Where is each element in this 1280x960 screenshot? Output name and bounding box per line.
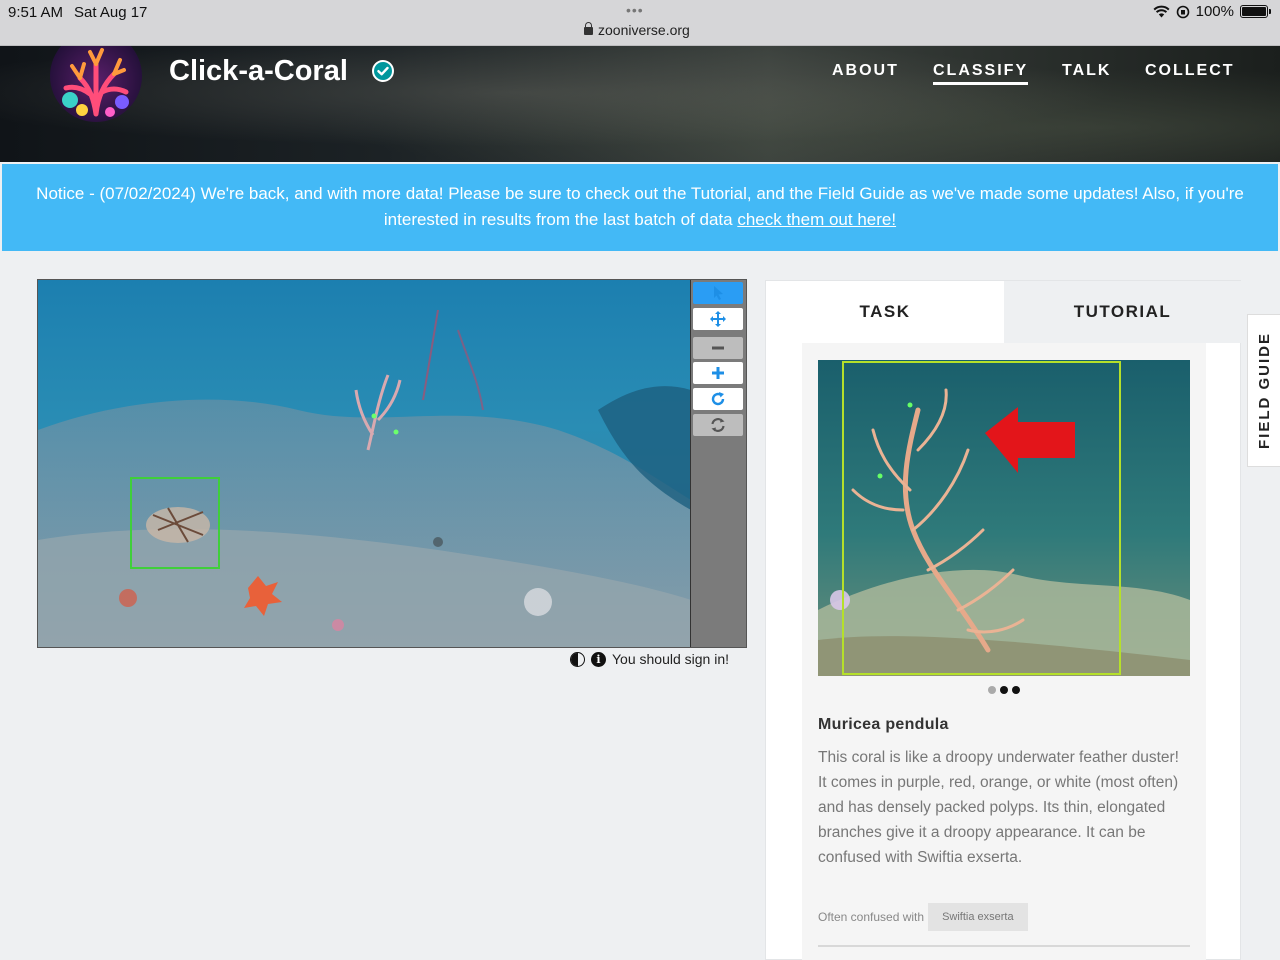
status-time: 9:51 AM (8, 4, 64, 21)
subject-image[interactable] (38, 280, 691, 647)
carousel-dots (802, 681, 1206, 699)
url-text: zooniverse.org (598, 22, 690, 38)
field-guide-tab[interactable]: FIELD GUIDE (1247, 314, 1280, 467)
field-guide-label: FIELD GUIDE (1255, 331, 1273, 450)
notice-banner: Notice - (07/02/2024) We're back, and wi… (2, 164, 1278, 251)
status-date: Sat Aug 17 (74, 4, 148, 21)
status-indicators: 100% (1153, 3, 1271, 20)
battery-percent: 100% (1195, 3, 1234, 20)
species-example-image (818, 360, 1190, 676)
reset-icon (711, 418, 725, 432)
nav-collect[interactable]: COLLECT (1145, 62, 1235, 80)
species-description: This coral is like a droopy underwater f… (818, 749, 1179, 866)
field-guide-entry: Muricea pendula This coral is like a dro… (802, 343, 1206, 960)
zoom-out-button[interactable] (693, 337, 743, 359)
divider (818, 945, 1190, 947)
task-panel: TASK TUTORIAL Muricea pendula This coral… (765, 280, 1241, 960)
multitask-dots-icon[interactable]: ••• (626, 2, 644, 18)
address-bar[interactable]: zooniverse.org (584, 22, 690, 38)
notice-text: Notice - (07/02/2024) We're back, and wi… (36, 184, 1244, 229)
battery-icon (1240, 5, 1271, 18)
nav-talk[interactable]: TALK (1062, 62, 1111, 80)
info-icon[interactable]: i (591, 651, 606, 667)
zoom-in-button[interactable] (693, 362, 743, 384)
project-header: Click-a-Coral ABOUT CLASSIFY TALK COLLEC… (0, 46, 1280, 162)
tab-task[interactable]: TASK (766, 281, 1004, 343)
pointer-icon (714, 286, 723, 300)
carousel-dot[interactable] (1000, 686, 1008, 694)
reset-button[interactable] (693, 414, 743, 436)
zoom-out-icon (712, 346, 724, 350)
project-title[interactable]: Click-a-Coral (169, 55, 348, 88)
carousel-dot[interactable] (988, 686, 996, 694)
often-confused-row: Often confused with Swiftia exserta (818, 903, 1028, 931)
rotate-button[interactable] (693, 388, 743, 410)
zoom-in-icon (712, 367, 724, 379)
move-icon (710, 311, 726, 327)
project-avatar[interactable] (50, 46, 142, 122)
pointer-tool-button[interactable] (693, 282, 743, 304)
notice-link[interactable]: check them out here! (737, 210, 896, 229)
often-confused-label: Often confused with (818, 910, 925, 924)
wifi-icon (1153, 5, 1170, 18)
nav-classify[interactable]: CLASSIFY (933, 62, 1029, 85)
rotate-icon (711, 392, 725, 406)
orientation-lock-icon (1176, 5, 1189, 18)
carousel-dot[interactable] (1012, 686, 1020, 694)
nav-about[interactable]: ABOUT (832, 62, 899, 80)
confused-species-chip[interactable]: Swiftia exserta (928, 903, 1028, 931)
tab-tutorial[interactable]: TUTORIAL (1004, 281, 1241, 343)
verified-badge-icon (372, 60, 394, 82)
invert-colors-icon[interactable] (570, 651, 585, 667)
sign-in-text: You should sign in! (612, 651, 730, 667)
subject-viewer (37, 279, 747, 648)
status-bar: 9:51 AM Sat Aug 17 ••• zooniverse.org 10… (0, 0, 1280, 46)
viewer-toolbar (691, 280, 746, 647)
lock-icon (584, 22, 593, 35)
species-name: Muricea pendula (818, 716, 949, 733)
move-tool-button[interactable] (693, 308, 743, 330)
sign-in-prompt: i You should sign in! (570, 651, 729, 667)
